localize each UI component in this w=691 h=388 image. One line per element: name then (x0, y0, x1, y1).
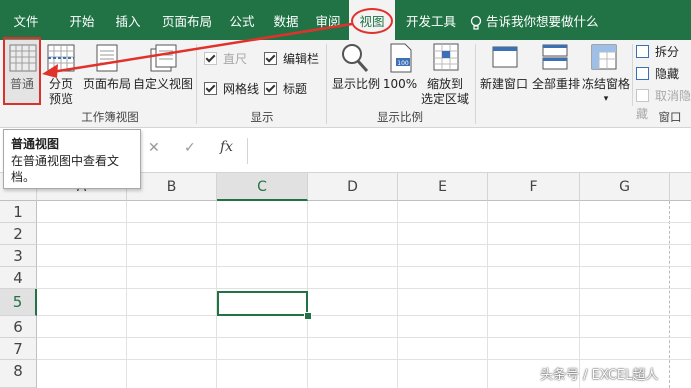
normal-view-highlight (3, 37, 41, 105)
page-break-label-1[interactable]: 分页 (44, 77, 78, 92)
zoom-magnifier-icon (342, 44, 369, 73)
fill-handle[interactable] (304, 312, 312, 320)
grid-line (37, 244, 691, 245)
page-break-preview-icon (47, 44, 75, 72)
separator (196, 44, 197, 124)
tooltip-title: 普通视图 (11, 137, 60, 151)
tab-data[interactable]: 数据 (264, 0, 308, 40)
split-label: 拆分 (655, 45, 680, 59)
column-header-g[interactable]: G (580, 173, 670, 201)
chevron-down-icon: ▾ (603, 94, 609, 104)
arrange-all-icon (542, 44, 568, 70)
grid-line (37, 337, 691, 338)
row-header-8[interactable]: 8 (0, 360, 37, 388)
custom-views-icon (150, 44, 177, 72)
formula-bar-label: 编辑栏 (283, 52, 320, 66)
svg-text:100: 100 (397, 60, 409, 67)
formula-input[interactable] (247, 138, 691, 164)
tooltip-description: 在普通视图中查看文档。 (11, 154, 120, 184)
unhide-button: 取消隐藏 (636, 87, 691, 121)
arrange-all-button[interactable]: 全部重排 (528, 77, 584, 92)
tab-page-layout[interactable]: 页面布局 (152, 0, 222, 40)
grid-line (37, 359, 691, 360)
worksheet-grid[interactable]: A B C D E F G 1 2 3 4 5 6 7 8 (0, 173, 691, 388)
grid-line (37, 266, 691, 267)
row-header-3[interactable]: 3 (0, 245, 37, 267)
zoom-to-selection-label-1[interactable]: 缩放到 (418, 77, 472, 92)
zoom-to-selection-label-2[interactable]: 选定区域 (416, 92, 474, 107)
cancel-icon[interactable]: ✕ (148, 140, 160, 156)
freeze-panes-icon (591, 44, 617, 70)
column-header-f[interactable]: F (488, 173, 580, 201)
row-header-7[interactable]: 7 (0, 338, 37, 360)
grid-line (37, 288, 691, 289)
column-header-c[interactable]: C (217, 173, 308, 201)
headings-check-box (264, 82, 277, 95)
row-header-1[interactable]: 1 (0, 201, 37, 223)
gridlines-check-box (204, 82, 217, 95)
row-header-6[interactable]: 6 (0, 316, 37, 338)
formula-bar-checkbox[interactable]: 编辑栏 (264, 50, 319, 68)
hide-button[interactable]: 隐藏 (636, 65, 679, 83)
row-header-5[interactable]: 5 (0, 289, 37, 316)
watermark: 头条号 / EXCEL超人 (540, 368, 659, 383)
lightbulb-icon (470, 15, 482, 30)
column-header-partial[interactable] (670, 173, 691, 201)
custom-views-button[interactable]: 自定义视图 (132, 77, 194, 92)
new-window-icon (492, 46, 518, 68)
tab-formulas[interactable]: 公式 (222, 0, 262, 40)
zoom-to-selection-icon (433, 43, 459, 71)
new-window-button[interactable]: 新建窗口 (476, 77, 532, 92)
grid-line (37, 222, 691, 223)
freeze-panes-button[interactable]: 冻结窗格 (580, 77, 632, 92)
split-button[interactable]: 拆分 (636, 43, 679, 61)
gridlines-checkbox[interactable]: 网格线 (204, 80, 259, 98)
group-label-window: 窗口 (658, 110, 682, 124)
normal-view-tooltip: 普通视图 在普通视图中查看文档。 (3, 129, 141, 189)
zoom-100-button[interactable]: 100% (382, 77, 418, 92)
gridlines-label: 网格线 (223, 82, 260, 96)
group-label-show: 显示 (250, 110, 274, 124)
row-header-4[interactable]: 4 (0, 267, 37, 289)
page-layout-button[interactable]: 页面布局 (80, 77, 134, 92)
hide-icon (636, 67, 649, 80)
headings-label: 标题 (283, 82, 308, 96)
unhide-icon (636, 89, 649, 102)
ruler-label: 直尺 (223, 52, 248, 66)
tab-file[interactable]: 文件 (4, 0, 48, 40)
tab-review[interactable]: 审阅 (308, 0, 348, 40)
group-label-zoom: 显示比例 (377, 110, 423, 124)
enter-icon[interactable]: ✓ (184, 140, 196, 156)
tab-developer[interactable]: 开发工具 (398, 0, 464, 40)
split-icon (636, 45, 649, 58)
zoom-button[interactable]: 显示比例 (329, 77, 383, 92)
formula-bar-check-box (264, 52, 277, 65)
zoom-100-icon: 100 (390, 43, 412, 73)
column-header-e[interactable]: E (398, 173, 488, 201)
tab-insert[interactable]: 插入 (106, 0, 150, 40)
grid-line (37, 315, 691, 316)
group-label-workbook-views: 工作簿视图 (81, 110, 139, 124)
tab-home[interactable]: 开始 (60, 0, 104, 40)
row-header-2[interactable]: 2 (0, 223, 37, 245)
hide-label: 隐藏 (655, 67, 680, 81)
page-layout-icon (96, 44, 118, 72)
ribbon-tab-bar: 文件 开始 插入 页面布局 公式 数据 审阅 视图 开发工具 告诉我你想要做什么 (0, 0, 691, 40)
separator (632, 44, 633, 106)
ruler-check-box (204, 52, 217, 65)
separator (326, 44, 327, 124)
active-cell-c5[interactable] (217, 291, 308, 316)
page-break-label-2[interactable]: 预览 (44, 92, 78, 107)
headings-checkbox[interactable]: 标题 (264, 80, 307, 98)
fx-icon[interactable]: fx (220, 139, 233, 155)
tell-me-box[interactable]: 告诉我你想要做什么 (470, 0, 599, 40)
tell-me-text: 告诉我你想要做什么 (486, 14, 599, 29)
ruler-checkbox: 直尺 (204, 50, 247, 68)
ribbon-view: 普通 分页 预览 页面布局 自定义视图 工作簿视图 直尺 编辑栏 网格线 标题 … (0, 37, 691, 128)
annotation-circle (351, 8, 393, 34)
column-header-d[interactable]: D (308, 173, 398, 201)
